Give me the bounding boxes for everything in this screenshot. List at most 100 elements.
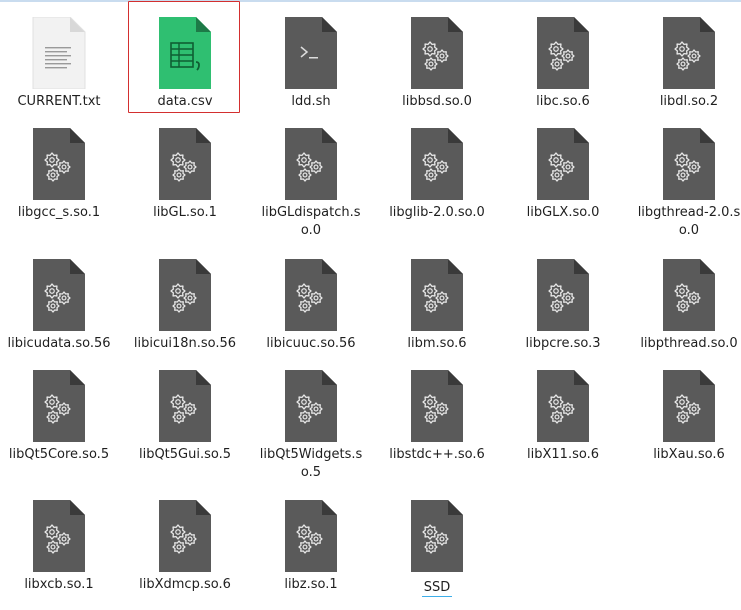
shared-library-icon <box>159 128 211 200</box>
shared-library-icon <box>663 17 715 89</box>
file-item-libxau-so-6[interactable]: libXau.so.6 <box>632 370 741 464</box>
file-item-libgldispatch-so-0[interactable]: libGLdispatch.so.0 <box>254 128 368 240</box>
shared-library-icon <box>33 370 85 442</box>
file-name-label: libXau.so.6 <box>632 446 741 464</box>
file-name-text: libc.so.6 <box>536 94 590 109</box>
file-icon-wrapper <box>30 128 88 200</box>
file-item-libc-so-6[interactable]: libc.so.6 <box>506 17 620 111</box>
file-name-text: libXdmcp.so.6 <box>139 577 231 592</box>
file-item-libgcc-s-so-1[interactable]: libgcc_s.so.1 <box>2 128 116 222</box>
file-item-current-txt[interactable]: CURRENT.txt <box>2 17 116 111</box>
file-name-text: libGL.so.1 <box>153 205 217 220</box>
shared-library-icon <box>537 259 589 331</box>
file-item-ssd[interactable]: SSD <box>380 500 494 597</box>
file-item-libicui18n-so-56[interactable]: libicui18n.so.56 <box>128 259 242 353</box>
file-item-ldd-sh[interactable]: ldd.sh <box>254 17 368 111</box>
file-item-libpcre-so-3[interactable]: libpcre.so.3 <box>506 259 620 353</box>
shared-library-icon <box>411 17 463 89</box>
shared-library-icon <box>159 370 211 442</box>
file-name-label: libxcb.so.1 <box>2 576 116 594</box>
file-icon-wrapper <box>660 259 718 331</box>
spreadsheet-file-icon <box>159 17 211 89</box>
file-name-label: libbsd.so.0 <box>380 93 494 111</box>
file-item-libbsd-so-0[interactable]: libbsd.so.0 <box>380 17 494 111</box>
file-item-libgl-so-1[interactable]: libGL.so.1 <box>128 128 242 222</box>
file-icon-wrapper <box>282 259 340 331</box>
file-name-label: libQt5Widgets.so.5 <box>254 446 368 482</box>
file-name-text: libicui18n.so.56 <box>133 336 237 351</box>
file-name-label: libgcc_s.so.1 <box>2 204 116 222</box>
file-icon-wrapper <box>408 259 466 331</box>
file-icon-wrapper <box>534 128 592 200</box>
file-item-libxdmcp-so-6[interactable]: libXdmcp.so.6 <box>128 500 242 594</box>
file-name-text: libgthread-2.0.so.0 <box>637 205 741 238</box>
file-item-libqt5widgets-so-5[interactable]: libQt5Widgets.so.5 <box>254 370 368 482</box>
file-name-text: libX11.so.6 <box>527 447 599 462</box>
file-item-libm-so-6[interactable]: libm.so.6 <box>380 259 494 353</box>
shared-library-icon <box>33 500 85 572</box>
file-item-libglx-so-0[interactable]: libGLX.so.0 <box>506 128 620 222</box>
file-name-text: libGLdispatch.so.0 <box>261 205 361 238</box>
file-item-libglib-2-0-so-0[interactable]: libglib-2.0.so.0 <box>380 128 494 222</box>
shared-library-icon <box>663 128 715 200</box>
file-item-libxcb-so-1[interactable]: libxcb.so.1 <box>2 500 116 594</box>
file-icon-wrapper <box>156 370 214 442</box>
file-item-libicudata-so-56[interactable]: libicudata.so.56 <box>2 259 116 353</box>
file-item-libpthread-so-0[interactable]: libpthread.so.0 <box>632 259 741 353</box>
shared-library-icon <box>411 370 463 442</box>
shared-library-icon <box>33 259 85 331</box>
file-name-label: libdl.so.2 <box>632 93 741 111</box>
file-name-text: SSD <box>421 580 453 597</box>
file-name-text: libicudata.so.56 <box>7 336 111 351</box>
shared-library-icon <box>285 500 337 572</box>
file-icon-wrapper <box>408 128 466 200</box>
file-icon-wrapper <box>30 259 88 331</box>
file-name-label: libpthread.so.0 <box>632 335 741 353</box>
file-name-label: libQt5Core.so.5 <box>2 446 116 464</box>
file-icon-wrapper <box>156 17 214 89</box>
shared-library-icon <box>411 500 463 572</box>
file-item-libdl-so-2[interactable]: libdl.so.2 <box>632 17 741 111</box>
file-name-label: libicui18n.so.56 <box>128 335 242 353</box>
file-icon-wrapper <box>534 370 592 442</box>
file-name-label: libXdmcp.so.6 <box>128 576 242 594</box>
file-item-libstdc-so-6[interactable]: libstdc++.so.6 <box>380 370 494 464</box>
file-name-label: libicudata.so.56 <box>2 335 116 353</box>
file-icon-wrapper <box>408 500 466 572</box>
file-item-libqt5core-so-5[interactable]: libQt5Core.so.5 <box>2 370 116 464</box>
shared-library-icon <box>537 370 589 442</box>
shell-script-icon <box>285 17 337 89</box>
file-item-libicuuc-so-56[interactable]: libicuuc.so.56 <box>254 259 368 353</box>
file-item-libqt5gui-so-5[interactable]: libQt5Gui.so.5 <box>128 370 242 464</box>
file-name-label: ldd.sh <box>254 93 368 111</box>
file-icon-wrapper <box>156 259 214 331</box>
file-name-text: libstdc++.so.6 <box>389 447 485 462</box>
file-name-text: libQt5Core.so.5 <box>8 447 110 462</box>
file-name-text: libglib-2.0.so.0 <box>389 205 485 220</box>
shared-library-icon <box>285 259 337 331</box>
shared-library-icon <box>537 128 589 200</box>
file-item-libx11-so-6[interactable]: libX11.so.6 <box>506 370 620 464</box>
file-item-libgthread-2-0-so-0[interactable]: libgthread-2.0.so.0 <box>632 128 741 240</box>
file-icon-wrapper <box>30 500 88 572</box>
file-name-label: libstdc++.so.6 <box>380 446 494 464</box>
file-name-text: libXau.so.6 <box>653 447 725 462</box>
file-name-label: libz.so.1 <box>254 576 368 594</box>
file-name-text: ldd.sh <box>291 94 331 109</box>
file-name-label: CURRENT.txt <box>2 93 116 111</box>
file-name-label: libGLdispatch.so.0 <box>254 204 368 240</box>
shared-library-icon <box>411 128 463 200</box>
file-item-libz-so-1[interactable]: libz.so.1 <box>254 500 368 594</box>
file-name-text: libpthread.so.0 <box>640 336 738 351</box>
file-icon-wrapper <box>282 500 340 572</box>
file-icon-wrapper <box>534 259 592 331</box>
file-name-text: libgcc_s.so.1 <box>17 205 101 220</box>
file-icon-grid: CURRENT.txt data.csv ldd.sh libbsd.so.0 <box>0 0 741 610</box>
file-icon-wrapper <box>534 17 592 89</box>
file-icon-wrapper <box>282 17 340 89</box>
file-icon-wrapper <box>408 17 466 89</box>
file-icon-wrapper <box>30 17 88 89</box>
shared-library-icon <box>663 370 715 442</box>
file-item-data-csv[interactable]: data.csv <box>128 1 242 113</box>
shared-library-icon <box>33 128 85 200</box>
